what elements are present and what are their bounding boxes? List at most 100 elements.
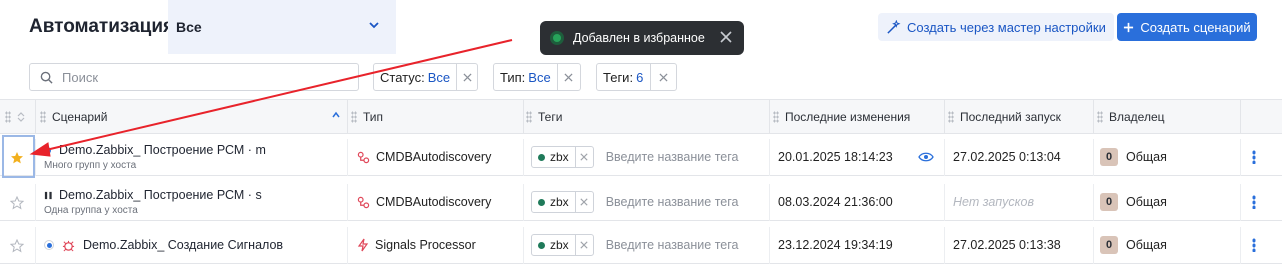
- create-button-label: Создать сценарий: [1140, 19, 1251, 35]
- scenario-type: CMDBAutodiscovery: [376, 195, 492, 209]
- column-header-label: Владелец: [1109, 110, 1165, 124]
- tag-input[interactable]: Введите название тега: [606, 195, 739, 209]
- star-outline-icon[interactable]: [10, 239, 24, 253]
- select-column-header[interactable]: [5, 100, 25, 134]
- clear-type-icon[interactable]: [556, 64, 580, 90]
- scope-select[interactable]: Все: [168, 0, 396, 54]
- toast-message: Добавлен в избранное: [573, 31, 705, 45]
- tag-chip[interactable]: zbx: [531, 191, 594, 213]
- column-header-label: Сценарий: [52, 110, 108, 124]
- table-header: Сценарий Тип Теги Последние изменения По…: [0, 99, 1282, 134]
- tag-chip[interactable]: zbx: [531, 146, 594, 168]
- column-header-tags[interactable]: Теги: [526, 100, 562, 134]
- owner-name: Общая: [1126, 238, 1167, 252]
- scenario-name[interactable]: Demo.Zabbix_ Построение РСМ · m: [59, 143, 266, 157]
- more-menu-icon[interactable]: [1252, 195, 1256, 209]
- column-header-label: Последние изменения: [785, 110, 911, 124]
- scenario-subtitle: Много групп у хоста: [44, 160, 137, 171]
- column-header-last-change[interactable]: Последние изменения: [773, 100, 910, 134]
- sort-icon[interactable]: [17, 111, 25, 123]
- star-focus-outline: [2, 135, 35, 178]
- scenario-type: Signals Processor: [375, 238, 476, 252]
- table-row[interactable]: Demo.Zabbix_ Построение РСМ · m Много гр…: [0, 139, 1282, 176]
- drag-handle-icon[interactable]: [773, 111, 779, 123]
- cmdb-autodiscovery-icon: [357, 196, 370, 208]
- column-header-label: Последний запуск: [960, 110, 1061, 124]
- type-filter-label: Тип:: [500, 69, 526, 85]
- tag-input[interactable]: Введите название тега: [606, 238, 739, 252]
- page-title: Автоматизация: [29, 16, 175, 37]
- tags-filter[interactable]: Теги: 6: [596, 63, 677, 91]
- owner-name: Общая: [1126, 195, 1167, 209]
- cmdb-autodiscovery-icon: [357, 151, 370, 163]
- toast-notification: Добавлен в избранное: [540, 21, 744, 55]
- last-run: 27.02.2025 0:13:04: [953, 150, 1061, 164]
- tag-label: zbx: [550, 238, 569, 252]
- clear-status-icon[interactable]: [456, 64, 477, 90]
- signals-processor-icon: [357, 238, 369, 252]
- last-run: Нет запусков: [953, 195, 1034, 209]
- status-running-icon: [44, 146, 51, 154]
- close-icon[interactable]: [720, 31, 732, 43]
- tag-label: zbx: [550, 150, 569, 164]
- status-filter[interactable]: Статус: Все: [373, 63, 478, 91]
- status-filter-label: Статус:: [380, 69, 425, 85]
- remove-tag-icon[interactable]: [574, 235, 593, 255]
- drag-handle-icon[interactable]: [948, 111, 954, 123]
- table-row[interactable]: Demo.Zabbix_ Построение РСМ · s Одна гру…: [0, 184, 1282, 221]
- tag-input[interactable]: Введите название тега: [606, 150, 739, 164]
- success-icon: [550, 31, 564, 45]
- drag-handle-icon[interactable]: [40, 111, 46, 123]
- type-filter[interactable]: Тип: Все: [493, 63, 581, 91]
- chevron-down-icon: [369, 22, 379, 29]
- scenario-name[interactable]: Demo.Zabbix_ Построение РСМ · s: [59, 188, 262, 202]
- column-header-label: Теги: [538, 110, 563, 124]
- tag-label: zbx: [550, 195, 569, 209]
- tag-chip[interactable]: zbx: [531, 234, 594, 256]
- sort-ascending-icon[interactable]: [332, 111, 340, 119]
- tags-filter-label: Теги:: [603, 69, 634, 85]
- last-change: 23.12.2024 19:34:19: [778, 238, 893, 252]
- eye-icon[interactable]: [918, 151, 934, 163]
- bug-icon: [62, 240, 75, 251]
- scenario-subtitle: Одна группа у хоста: [44, 205, 138, 216]
- more-menu-icon[interactable]: [1252, 150, 1256, 164]
- owner-count-badge: 0: [1100, 236, 1118, 254]
- clear-tags-icon[interactable]: [650, 64, 676, 90]
- last-run: 27.02.2025 0:13:38: [953, 238, 1061, 252]
- status-running-icon: [44, 240, 54, 250]
- drag-handle-icon[interactable]: [1097, 111, 1103, 123]
- last-change: 08.03.2024 21:36:00: [778, 195, 893, 209]
- owner-count-badge: 0: [1100, 193, 1118, 211]
- more-menu-icon[interactable]: [1252, 238, 1256, 252]
- status-filter-value: Все: [427, 69, 451, 85]
- drag-handle-icon[interactable]: [351, 111, 357, 123]
- column-header-type[interactable]: Тип: [351, 100, 383, 134]
- owner-name: Общая: [1126, 150, 1167, 164]
- pause-icon: [44, 191, 52, 199]
- column-header-scenario[interactable]: Сценарий: [40, 100, 107, 134]
- scenario-name[interactable]: Demo.Zabbix_ Создание Сигналов: [83, 238, 283, 252]
- wizard-button[interactable]: Создать через мастер настройки: [878, 13, 1114, 41]
- search-icon: [40, 71, 53, 84]
- table-row[interactable]: Demo.Zabbix_ Создание Сигналов Signals P…: [0, 227, 1282, 264]
- scenario-type: CMDBAutodiscovery: [376, 150, 492, 164]
- scope-value: Все: [176, 19, 202, 35]
- magic-wand-icon: [887, 19, 901, 34]
- remove-tag-icon[interactable]: [574, 147, 593, 167]
- create-scenario-button[interactable]: Создать сценарий: [1117, 13, 1257, 41]
- wizard-button-label: Создать через мастер настройки: [907, 19, 1106, 35]
- star-outline-icon[interactable]: [10, 196, 24, 210]
- column-header-label: Тип: [363, 110, 384, 124]
- drag-handle-icon[interactable]: [526, 111, 532, 123]
- owner-count-badge: 0: [1100, 148, 1118, 166]
- column-header-owner[interactable]: Владелец: [1097, 100, 1165, 134]
- plus-icon: [1124, 22, 1134, 32]
- drag-handle-icon[interactable]: [5, 111, 11, 123]
- type-filter-value: Все: [528, 69, 551, 85]
- remove-tag-icon[interactable]: [574, 192, 593, 212]
- search-input[interactable]: Поиск: [29, 63, 359, 91]
- automation-page: Автоматизация Все Добавлен в избранное С…: [0, 0, 1282, 270]
- column-header-last-run[interactable]: Последний запуск: [948, 100, 1061, 134]
- search-placeholder: Поиск: [62, 69, 99, 85]
